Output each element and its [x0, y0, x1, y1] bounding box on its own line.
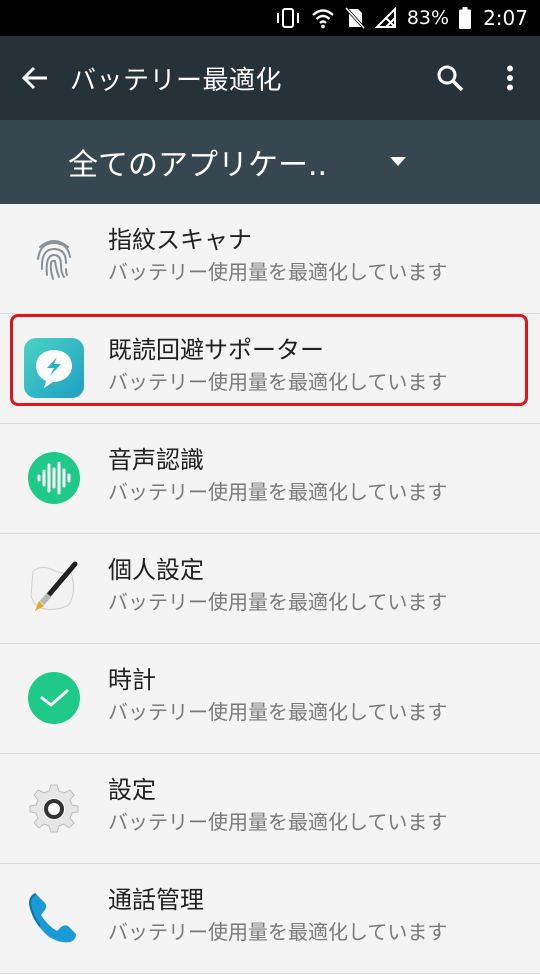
clock-check-icon [24, 668, 84, 728]
app-name: 音声認識 [108, 446, 204, 474]
app-status: バッテリー使用量を最適化しています [108, 370, 448, 394]
battery-percent: 83% [406, 7, 450, 29]
status-bar: 83% 2:07 [0, 0, 540, 36]
app-status: バッテリー使用量を最適化しています [108, 810, 448, 834]
list-item-fingerprint[interactable]: 指紋スキャナ バッテリー使用量を最適化しています [0, 204, 540, 314]
app-name: 個人設定 [108, 556, 204, 584]
app-name: 通話管理 [108, 886, 204, 914]
arrow-back-icon [21, 66, 47, 90]
back-button[interactable] [0, 36, 70, 120]
filter-dropdown[interactable]: 全てのアプリケー.. [0, 120, 540, 204]
gear-icon [24, 778, 84, 838]
app-name: 設定 [108, 776, 156, 804]
app-name: 既読回避サポーター [108, 336, 324, 364]
wifi-icon [311, 7, 335, 29]
app-status: バッテリー使用量を最適化しています [108, 260, 448, 284]
list-item-clock[interactable]: 時計 バッテリー使用量を最適化しています [0, 644, 540, 754]
app-list: 指紋スキャナ バッテリー使用量を最適化しています 既読回避サポーター バッテリー… [0, 204, 540, 974]
app-bar: バッテリー最適化 [0, 36, 540, 120]
chat-bubble-app-icon [24, 338, 84, 398]
app-status: バッテリー使用量を最適化しています [108, 480, 448, 504]
battery-icon [459, 7, 472, 29]
list-item-voice-recognition[interactable]: 音声認識 バッテリー使用量を最適化しています [0, 424, 540, 534]
paintbrush-icon [24, 558, 84, 618]
app-name: 指紋スキャナ [108, 226, 252, 254]
voice-waveform-icon [24, 448, 84, 508]
clock-time: 2:07 [483, 6, 528, 30]
phone-icon [24, 888, 84, 948]
filter-selected-value: 全てのアプリケー.. [68, 148, 328, 183]
more-options-button[interactable] [480, 36, 540, 120]
search-button[interactable] [420, 36, 480, 120]
app-status: バッテリー使用量を最適化しています [108, 700, 448, 724]
more-vert-icon [507, 65, 513, 91]
app-name: 時計 [108, 666, 156, 694]
no-signal-icon [374, 7, 397, 29]
search-icon [437, 65, 464, 92]
app-status: バッテリー使用量を最適化しています [108, 590, 448, 614]
no-sim-icon [344, 7, 365, 29]
dropdown-caret-icon [390, 157, 406, 166]
list-item-personalize[interactable]: 個人設定 バッテリー使用量を最適化しています [0, 534, 540, 644]
page-title: バッテリー最適化 [70, 65, 283, 96]
list-item-call-management[interactable]: 通話管理 バッテリー使用量を最適化しています [0, 864, 540, 974]
vibrate-icon [275, 7, 301, 29]
fingerprint-icon [24, 228, 84, 288]
list-item-settings[interactable]: 設定 バッテリー使用量を最適化しています [0, 754, 540, 864]
list-item-kidoku-kaihi[interactable]: 既読回避サポーター バッテリー使用量を最適化しています [0, 314, 540, 424]
app-status: バッテリー使用量を最適化しています [108, 920, 448, 944]
